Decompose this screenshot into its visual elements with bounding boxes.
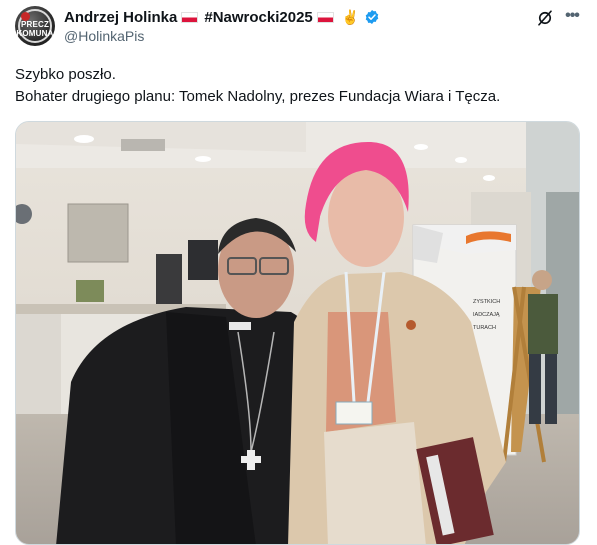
author-handle[interactable]: @HolinkaPis — [64, 28, 144, 44]
tweet-text: Szybko poszło. Bohater drugiego planu: T… — [15, 64, 585, 108]
photo-illustration: ZYSTKICH IADCZAJĄ TURACH — [16, 122, 579, 544]
tweet-text-line: Bohater drugiego planu: Tomek Nadolny, p… — [15, 88, 501, 105]
sign-text-1: ZYSTKICH — [473, 299, 500, 305]
poland-flag-icon — [181, 11, 199, 23]
victory-hand-icon: ✌ — [341, 8, 360, 25]
author-display-name[interactable]: Andrzej Holinka — [64, 9, 177, 26]
avatar-text-2: KOMUNĄ — [16, 29, 54, 38]
avatar-text-1: PRECZ — [20, 20, 50, 29]
tweet-text-line: Szybko poszło. — [15, 66, 116, 83]
sign-text-2: IADCZAJĄ — [473, 312, 500, 318]
author-name-row[interactable]: Andrzej Holinka #Nawrocki2025 ✌ — [64, 7, 380, 27]
grok-icon[interactable] — [536, 9, 554, 27]
poland-flag-icon — [316, 11, 334, 23]
avatar[interactable]: PRECZ KOMUNĄ — [15, 6, 55, 46]
tweet-photo[interactable]: ZYSTKICH IADCZAJĄ TURACH — [15, 121, 580, 545]
verified-badge-icon[interactable] — [364, 9, 380, 25]
author-hashtag: #Nawrocki2025 — [204, 8, 313, 26]
sign-text-3: TURACH — [473, 325, 496, 331]
tweet: PRECZ KOMUNĄ Andrzej Holinka #Nawrocki20… — [0, 0, 597, 545]
more-icon[interactable]: ••• — [562, 8, 582, 28]
